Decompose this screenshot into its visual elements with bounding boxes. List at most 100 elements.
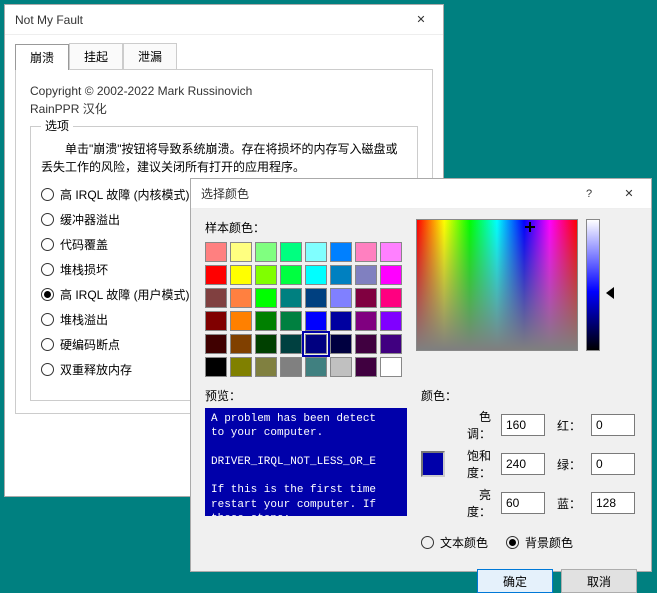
color-swatch[interactable] [230,311,252,331]
options-title: 选项 [41,117,73,134]
bg-color-label: 背景颜色 [525,534,573,551]
swatch-label: 样本颜色： [205,219,402,236]
color-titlebar: 选择颜色 ? ✕ [191,179,651,209]
radio-icon [41,263,54,276]
color-swatch[interactable] [230,334,252,354]
color-swatch[interactable] [230,357,252,377]
color-swatch[interactable] [380,334,402,354]
color-swatch[interactable] [330,265,352,285]
color-swatch[interactable] [205,334,227,354]
cancel-button[interactable]: 取消 [561,569,637,593]
color-dialog: 选择颜色 ? ✕ 样本颜色： 预览： A problem has been de… [190,178,652,572]
preview-box: A problem has been detect to your comput… [205,408,407,516]
radio-label: 双重释放内存 [60,361,132,378]
color-swatch[interactable] [330,288,352,308]
luminance-bar[interactable] [586,219,600,351]
close-icon[interactable]: ✕ [609,180,649,208]
color-swatch[interactable] [355,357,377,377]
lum-label: 亮度： [457,486,491,520]
tab-leak[interactable]: 泄漏 [123,43,177,69]
color-swatch[interactable] [380,288,402,308]
color-swatch[interactable] [380,265,402,285]
color-swatch[interactable] [305,242,327,262]
color-swatch[interactable] [255,334,277,354]
color-swatch[interactable] [330,357,352,377]
color-swatch[interactable] [205,265,227,285]
options-description: 单击"崩溃"按钮将导致系统崩溃。存在将损坏的内存写入磁盘或丢失工作的风险，建议关… [41,140,407,176]
color-swatch[interactable] [280,334,302,354]
radio-label: 堆栈损坏 [60,261,108,278]
color-swatch[interactable] [305,265,327,285]
color-swatch[interactable] [205,357,227,377]
nmf-tabstrip: 崩溃 挂起 泄漏 [15,43,433,69]
copyright-line2: RainPPR 汉化 [30,100,418,118]
color-swatch[interactable] [280,242,302,262]
radio-label: 代码覆盖 [60,236,108,253]
crosshair-icon [525,222,535,232]
tab-crash[interactable]: 崩溃 [15,44,69,70]
color-swatch[interactable] [305,334,327,354]
color-swatch[interactable] [355,265,377,285]
luminance-arrow-icon[interactable] [606,287,614,299]
sat-label: 饱和度： [457,447,491,481]
color-swatch[interactable] [305,311,327,331]
radio-icon [41,313,54,326]
red-input[interactable] [591,414,635,436]
color-swatch[interactable] [330,334,352,354]
help-icon[interactable]: ? [569,180,609,208]
color-swatch[interactable] [380,357,402,377]
lum-input[interactable] [501,492,545,514]
color-swatch[interactable] [355,288,377,308]
color-swatch[interactable] [230,288,252,308]
color-swatch[interactable] [255,288,277,308]
color-swatch[interactable] [330,311,352,331]
color-swatch[interactable] [255,242,277,262]
close-icon[interactable]: ✕ [401,6,441,34]
color-swatch[interactable] [255,311,277,331]
color-swatch[interactable] [330,242,352,262]
color-swatch[interactable] [280,357,302,377]
color-swatch[interactable] [255,357,277,377]
hue-label: 色调： [457,408,491,442]
current-color-swatch [421,451,445,477]
radio-label: 缓冲器溢出 [60,211,120,228]
radio-label: 堆栈溢出 [60,311,108,328]
hue-input[interactable] [501,414,545,436]
copyright-line1: Copyright © 2002-2022 Mark Russinovich [30,82,418,100]
color-swatch[interactable] [380,311,402,331]
radio-icon [41,238,54,251]
text-color-label: 文本颜色 [440,534,488,551]
radio-label: 高 IRQL 故障 (用户模式) [60,286,190,303]
ok-button[interactable]: 确定 [477,569,553,593]
color-swatch[interactable] [305,357,327,377]
radio-label: 高 IRQL 故障 (内核模式) [60,186,190,203]
color-swatch[interactable] [280,311,302,331]
radio-icon [421,536,434,549]
color-swatch[interactable] [205,242,227,262]
color-swatch[interactable] [205,288,227,308]
sat-input[interactable] [501,453,545,475]
color-swatch[interactable] [380,242,402,262]
radio-label: 硬编码断点 [60,336,120,353]
radio-icon [41,213,54,226]
nmf-titlebar: Not My Fault ✕ [5,5,443,35]
color-swatch[interactable] [230,265,252,285]
text-color-radio[interactable]: 文本颜色 [421,534,488,551]
green-input[interactable] [591,453,635,475]
color-swatch[interactable] [205,311,227,331]
bg-color-radio[interactable]: 背景颜色 [506,534,573,551]
tab-hang[interactable]: 挂起 [69,43,123,69]
color-swatch[interactable] [355,242,377,262]
color-swatch[interactable] [280,265,302,285]
color-swatch[interactable] [230,242,252,262]
green-label: 绿： [557,456,581,473]
red-label: 红： [557,417,581,434]
color-swatch[interactable] [305,288,327,308]
color-swatch[interactable] [355,334,377,354]
color-swatch[interactable] [280,288,302,308]
color-swatch[interactable] [355,311,377,331]
gradient-picker[interactable] [416,219,578,351]
blue-input[interactable] [591,492,635,514]
color-swatch[interactable] [255,265,277,285]
radio-icon [506,536,519,549]
